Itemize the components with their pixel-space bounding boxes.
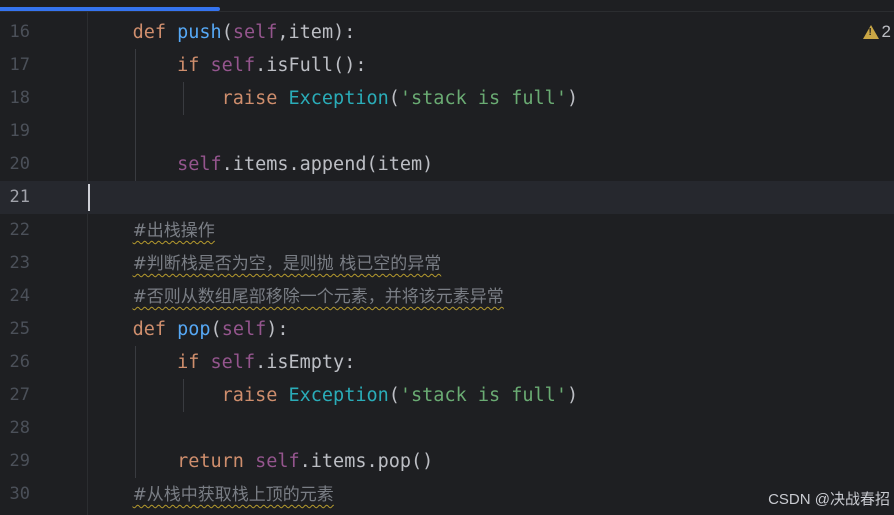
top-divider bbox=[0, 11, 894, 12]
code-token: .isFull(): bbox=[255, 55, 367, 76]
code-token: 'stack is full' bbox=[399, 88, 567, 109]
code-token: #判断栈是否为空，是则抛 栈已空的异常 bbox=[132, 254, 442, 274]
line-number: 30 bbox=[9, 484, 30, 504]
code-text: raise Exception('stack is full') bbox=[88, 82, 578, 115]
code-line[interactable]: 25 def pop(self): bbox=[0, 313, 894, 346]
code-text: if self.isEmpty: bbox=[88, 346, 355, 379]
code-token: .items.append(item) bbox=[221, 154, 434, 175]
code-token: pop bbox=[177, 319, 211, 340]
code-line[interactable]: 30 #从栈中获取栈上顶的元素 bbox=[0, 478, 894, 511]
code-token: def bbox=[132, 319, 166, 340]
code-token: if bbox=[177, 352, 200, 373]
code-token: push bbox=[177, 22, 222, 43]
indent-guide bbox=[183, 379, 184, 412]
code-text: if self.isFull(): bbox=[88, 49, 366, 82]
warning-count: 2 bbox=[881, 22, 891, 41]
code-token: ) bbox=[566, 88, 579, 109]
code-text: return self.items.pop() bbox=[88, 445, 433, 478]
code-text: #出栈操作 bbox=[88, 214, 215, 248]
line-number: 18 bbox=[9, 88, 30, 108]
code-text: def push(self,item): bbox=[88, 16, 356, 49]
line-number: 19 bbox=[9, 121, 30, 141]
code-token: raise bbox=[221, 385, 278, 406]
code-token: Exception bbox=[288, 385, 389, 406]
code-token: raise bbox=[221, 88, 278, 109]
code-token: ( bbox=[388, 385, 400, 406]
code-token: self bbox=[255, 451, 300, 472]
code-line[interactable]: 24 #否则从数组尾部移除一个元素，并将该元素异常 bbox=[0, 280, 894, 313]
code-text: raise Exception('stack is full') bbox=[88, 379, 578, 412]
watermark: CSDN @决战春招 bbox=[768, 491, 890, 508]
code-token: def bbox=[132, 22, 166, 43]
code-token: self bbox=[232, 22, 278, 43]
indent-guide bbox=[183, 82, 184, 115]
inspection-widget[interactable]: ! 2 bbox=[862, 22, 891, 42]
code-token: self bbox=[177, 154, 222, 175]
code-token: .isEmpty: bbox=[255, 352, 356, 373]
code-token: Exception bbox=[288, 88, 389, 109]
code-token: self bbox=[210, 352, 256, 373]
code-token: #否则从数组尾部移除一个元素，并将该元素异常 bbox=[132, 287, 504, 307]
code-token: ( bbox=[388, 88, 400, 109]
code-token: ) bbox=[566, 385, 579, 406]
code-token: self bbox=[221, 319, 267, 340]
code-token: #从栈中获取栈上顶的元素 bbox=[132, 485, 334, 505]
text-caret bbox=[88, 184, 90, 211]
line-number: 23 bbox=[9, 253, 30, 273]
line-number: 22 bbox=[9, 220, 30, 240]
line-number: 26 bbox=[9, 352, 30, 372]
line-number: 16 bbox=[9, 22, 30, 42]
code-line[interactable]: 16 def push(self,item): bbox=[0, 16, 894, 49]
code-token: if bbox=[177, 55, 200, 76]
line-number: 29 bbox=[9, 451, 30, 471]
code-line[interactable]: 21 bbox=[0, 181, 894, 214]
code-token: #出栈操作 bbox=[132, 221, 215, 241]
line-number: 24 bbox=[9, 286, 30, 306]
line-number: 17 bbox=[9, 55, 30, 75]
code-token: return bbox=[177, 451, 244, 472]
indent-guide bbox=[135, 49, 136, 181]
code-text: #否则从数组尾部移除一个元素，并将该元素异常 bbox=[88, 280, 504, 314]
code-editor[interactable]: 16 def push(self,item): 17 if self.isFull… bbox=[0, 16, 894, 511]
line-number: 20 bbox=[9, 154, 30, 174]
code-line[interactable]: 23 #判断栈是否为空，是则抛 栈已空的异常 bbox=[0, 247, 894, 280]
code-token: ): bbox=[266, 319, 289, 340]
code-line[interactable]: 22 #出栈操作 bbox=[0, 214, 894, 247]
line-number: 25 bbox=[9, 319, 30, 339]
code-text: #从栈中获取栈上顶的元素 bbox=[88, 478, 334, 512]
code-text: self.items.append(item) bbox=[88, 148, 433, 181]
code-text: def pop(self): bbox=[88, 313, 289, 346]
code-token: 'stack is full' bbox=[399, 385, 567, 406]
warning-icon: ! bbox=[862, 25, 879, 39]
line-number: 28 bbox=[9, 418, 30, 438]
line-number: 21 bbox=[9, 187, 30, 207]
line-number: 27 bbox=[9, 385, 30, 405]
code-token: ,item): bbox=[277, 22, 356, 43]
code-token: self bbox=[210, 55, 256, 76]
code-token: .items.pop() bbox=[299, 451, 434, 472]
indent-guide bbox=[135, 346, 136, 478]
code-text: #判断栈是否为空，是则抛 栈已空的异常 bbox=[88, 247, 442, 281]
code-token: ( bbox=[221, 22, 233, 43]
code-token: ( bbox=[210, 319, 222, 340]
